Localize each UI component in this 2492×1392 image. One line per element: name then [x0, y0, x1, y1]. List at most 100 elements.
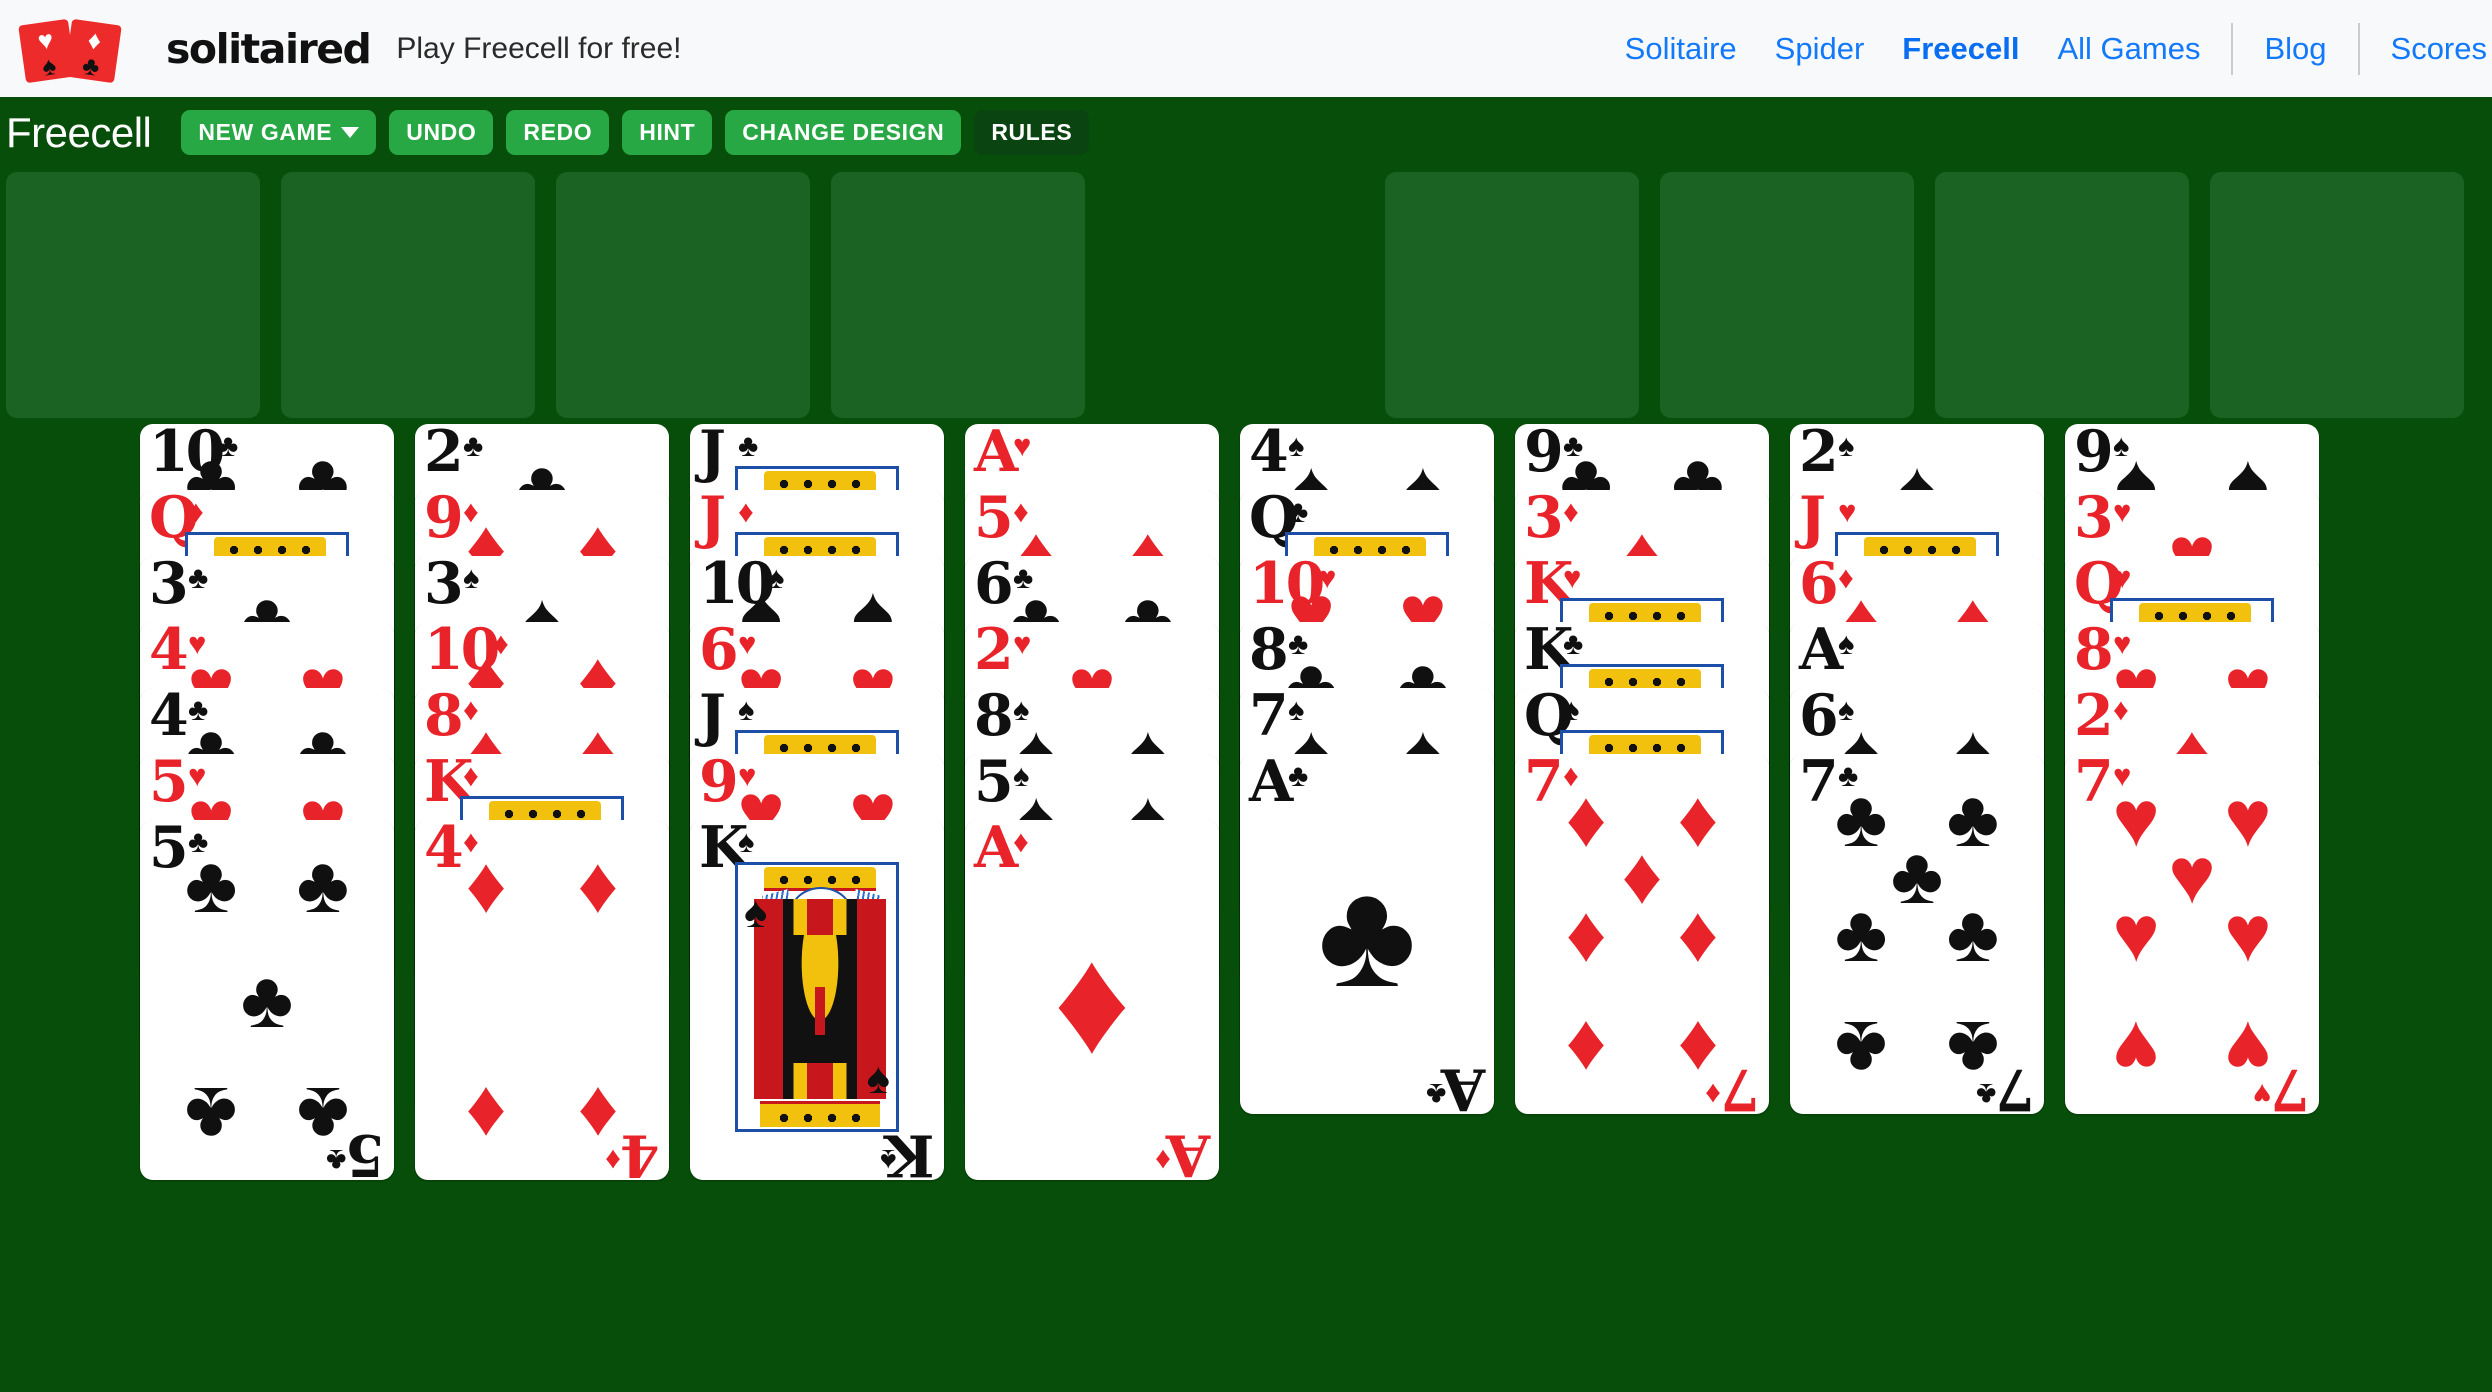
button-label: UNDO: [406, 119, 477, 145]
card-suit-icon: ♥: [2113, 560, 2132, 595]
new-game-button[interactable]: NEW GAME: [181, 110, 377, 155]
card-7♦[interactable]: 7 ♦ ♦ ♦ ♦ ♦ ♦ ♦ ♦ 7 ♦: [1515, 754, 1769, 1114]
free-cell-1[interactable]: [6, 172, 260, 418]
card-suit-icon-bottom: ♣: [1425, 1077, 1446, 1112]
card-pip: ♣: [184, 839, 238, 929]
tableau-column-3[interactable]: J♣♣♣J♦♦♦10♠♠♠♠♠♠♠♠♠♠♠6♥♥♥♥♥♥♥J♠♠♠9♥♥♥♥♥♥…: [690, 424, 944, 1180]
card-7♥[interactable]: 7 ♥ ♥ ♥ ♥ ♥ ♥ ♥ ♥ 7 ♥: [2065, 754, 2319, 1114]
card-rank-label-bottom: A: [1168, 1122, 1210, 1180]
card-pip: ♣: [296, 839, 350, 929]
card-pip: ♣: [1834, 773, 1888, 863]
card-pip: ♥: [2112, 889, 2160, 978]
game-title: Freecell: [6, 108, 152, 156]
card-pip: ♥: [2168, 831, 2216, 921]
button-label: HINT: [639, 119, 696, 145]
nav-link-solitaire[interactable]: Solitaire: [1606, 31, 1756, 67]
card-pip: ♥: [2224, 773, 2272, 863]
brand-wordmark: solitaired: [166, 24, 372, 73]
main-navigation: Solitaire Spider Freecell All Games Blog Scor…: [1606, 0, 2492, 97]
card-suit-icon-bottom: ♦: [1705, 1077, 1721, 1112]
toolbar-button-group: NEW GAME UNDO REDO HINT CHANGE DESIGN RULES: [181, 110, 1090, 155]
brand-logo[interactable]: ♥ ♠ ♦ ♣ solitaired: [18, 18, 372, 83]
nav-link-spider[interactable]: Spider: [1756, 31, 1884, 67]
foundation-2[interactable]: [1660, 172, 1914, 418]
court-skirt: [760, 1101, 880, 1127]
diamond-icon: ♦: [85, 23, 104, 56]
court-bottom-pip: ♠: [866, 1054, 890, 1103]
undo-button[interactable]: UNDO: [389, 110, 494, 155]
card-pip: ♦: [1565, 773, 1607, 863]
nav-link-all-games[interactable]: All Games: [2038, 31, 2219, 67]
card-pip: ♣: [1890, 831, 1944, 921]
page-tagline: Play Freecell for free!: [396, 31, 682, 65]
card-A♣[interactable]: A ♣ ♣ A ♣: [1240, 754, 1494, 1114]
card-K♠[interactable]: K ♠ ♠ ♠ K ♠: [690, 820, 944, 1180]
game-toolbar: Freecell NEW GAME UNDO REDO HINT CHANGE DESI…: [0, 97, 2492, 168]
card-pip: ♦: [1677, 889, 1719, 978]
card-suit-icon: ♠: [738, 692, 755, 727]
card-rank-label-bottom: 4: [623, 1122, 660, 1180]
nav-link-blog[interactable]: Blog: [2245, 31, 2345, 67]
foundation-1[interactable]: [1385, 172, 1639, 418]
tableau-column-5[interactable]: 4♠♠♠♠♠Q♣♣♣10♥♥♥♥♥♥♥♥♥♥♥8♣♣♣♣♣♣♣♣♣7♠♠♠♠♠♠…: [1240, 424, 1494, 1114]
card-pip: ♦: [577, 839, 619, 929]
card-rank-label-bottom: 7: [1998, 1056, 2035, 1114]
card-pip: ♣: [240, 955, 294, 1044]
tableau-column-2[interactable]: 2♣♣♣9♦♦♦♦♦♦♦♦♦♦3♠♠♠♠10♦♦♦♦♦♦♦♦♦♦♦8♦♦♦♦♦♦…: [415, 424, 669, 1180]
court-card-art: ♠♠: [735, 862, 899, 1132]
tableau-column-8[interactable]: 9♠♠♠♠♠♠♠♠♠♠3♥♥♥♥Q♥♥♥8♥♥♥♥♥♥♥♥♥2♦♦♦7♥♥♥♥♥…: [2065, 424, 2319, 1114]
card-pip: ♦: [1565, 889, 1607, 978]
card-suit-icon-bottom: ♥: [2252, 1077, 2271, 1112]
card-pip: ♦: [1621, 831, 1663, 921]
tableau-column-6[interactable]: 9♣♣♣♣♣♣♣♣♣♣3♦♦♦♦K♥♥♥K♣♣♣Q♠♠♠7♦♦♦♦♦♦♦♦7♦: [1515, 424, 1769, 1114]
tableau-column-1[interactable]: 10♣♣♣♣♣♣♣♣♣♣♣Q♦♦♦3♣♣♣♣4♥♥♥♥♥4♣♣♣♣♣5♥♥♥♥♥…: [140, 424, 394, 1180]
court-top-pip: ♠: [744, 888, 768, 937]
nav-link-freecell[interactable]: Freecell: [1883, 31, 2038, 67]
free-cell-4[interactable]: [831, 172, 1085, 418]
tableau: 10♣♣♣♣♣♣♣♣♣♣♣Q♦♦♦3♣♣♣♣4♥♥♥♥♥4♣♣♣♣♣5♥♥♥♥♥…: [0, 424, 2492, 1304]
card-suit-icon-bottom: ♦: [605, 1143, 621, 1178]
logo-card-right: ♦ ♣: [64, 18, 122, 83]
free-cell-3[interactable]: [556, 172, 810, 418]
solitaired-logo-icon: ♥ ♠ ♦ ♣: [18, 18, 148, 83]
card-5♣[interactable]: 5 ♣ ♣ ♣ ♣ ♣ ♣ 5 ♣: [140, 820, 394, 1180]
card-suit-icon: ♣: [1288, 494, 1309, 529]
nav-link-scores[interactable]: Scores: [2372, 31, 2492, 67]
card-suit-icon: ♥: [1838, 494, 1857, 529]
card-rank-label: J: [699, 424, 726, 485]
card-suit-icon: ♣: [1563, 626, 1584, 661]
free-cell-2[interactable]: [281, 172, 535, 418]
card-rank-label-bottom: 7: [2273, 1056, 2310, 1114]
rules-button[interactable]: RULES: [974, 110, 1090, 155]
card-suit-icon: ♦: [463, 758, 479, 793]
tableau-column-4[interactable]: A♥♥5♦♦♦♦♦♦6♣♣♣♣♣♣♣2♥♥♥8♠♠♠♠♠♠♠♠♠5♠♠♠♠♠♠A…: [965, 424, 1219, 1180]
foundation-3[interactable]: [1935, 172, 2189, 418]
card-pip: ♦: [465, 839, 507, 929]
site-header: ♥ ♠ ♦ ♣ solitaired Play Freecell for fre…: [0, 0, 2492, 97]
button-label: CHANGE DESIGN: [742, 119, 945, 145]
card-rank-label-bottom: 7: [1723, 1056, 1760, 1114]
card-pip: ♦: [1565, 1005, 1607, 1095]
button-label: REDO: [523, 119, 593, 145]
nav-separator: [2231, 22, 2234, 75]
card-4♦[interactable]: 4 ♦ ♦ ♦ ♦ ♦ 4 ♦: [415, 820, 669, 1180]
card-suit-icon: ♦: [738, 494, 754, 529]
foundation-4[interactable]: [2210, 172, 2464, 418]
card-pip: ♣: [1317, 850, 1417, 1018]
redo-button[interactable]: REDO: [506, 110, 610, 155]
card-suit-icon: ♥: [1563, 560, 1582, 595]
hint-button[interactable]: HINT: [622, 110, 713, 155]
card-pip: ♣: [1834, 1005, 1888, 1095]
nav-separator: [2357, 22, 2360, 75]
card-rank-label-bottom: 5: [348, 1122, 385, 1180]
change-design-button[interactable]: CHANGE DESIGN: [725, 110, 962, 155]
card-pip: ♣: [184, 1071, 238, 1161]
card-suit-icon-bottom: ♣: [325, 1143, 346, 1178]
tableau-column-7[interactable]: 2♠♠♠J♥♥♥6♦♦♦♦♦♦♦A♠♠6♠♠♠♠♠♠♠7♣♣♣♣♣♣♣♣7♣: [1790, 424, 2044, 1114]
card-7♣[interactable]: 7 ♣ ♣ ♣ ♣ ♣ ♣ ♣ ♣ 7 ♣: [1790, 754, 2044, 1114]
card-suit-icon: ♦: [188, 494, 204, 529]
card-rank-label-bottom: A: [1443, 1056, 1485, 1114]
card-A♦[interactable]: A ♦ ♦ A ♦: [965, 820, 1219, 1180]
card-pip: ♥: [2112, 773, 2160, 863]
card-suit-icon-bottom: ♣: [1975, 1077, 1996, 1112]
